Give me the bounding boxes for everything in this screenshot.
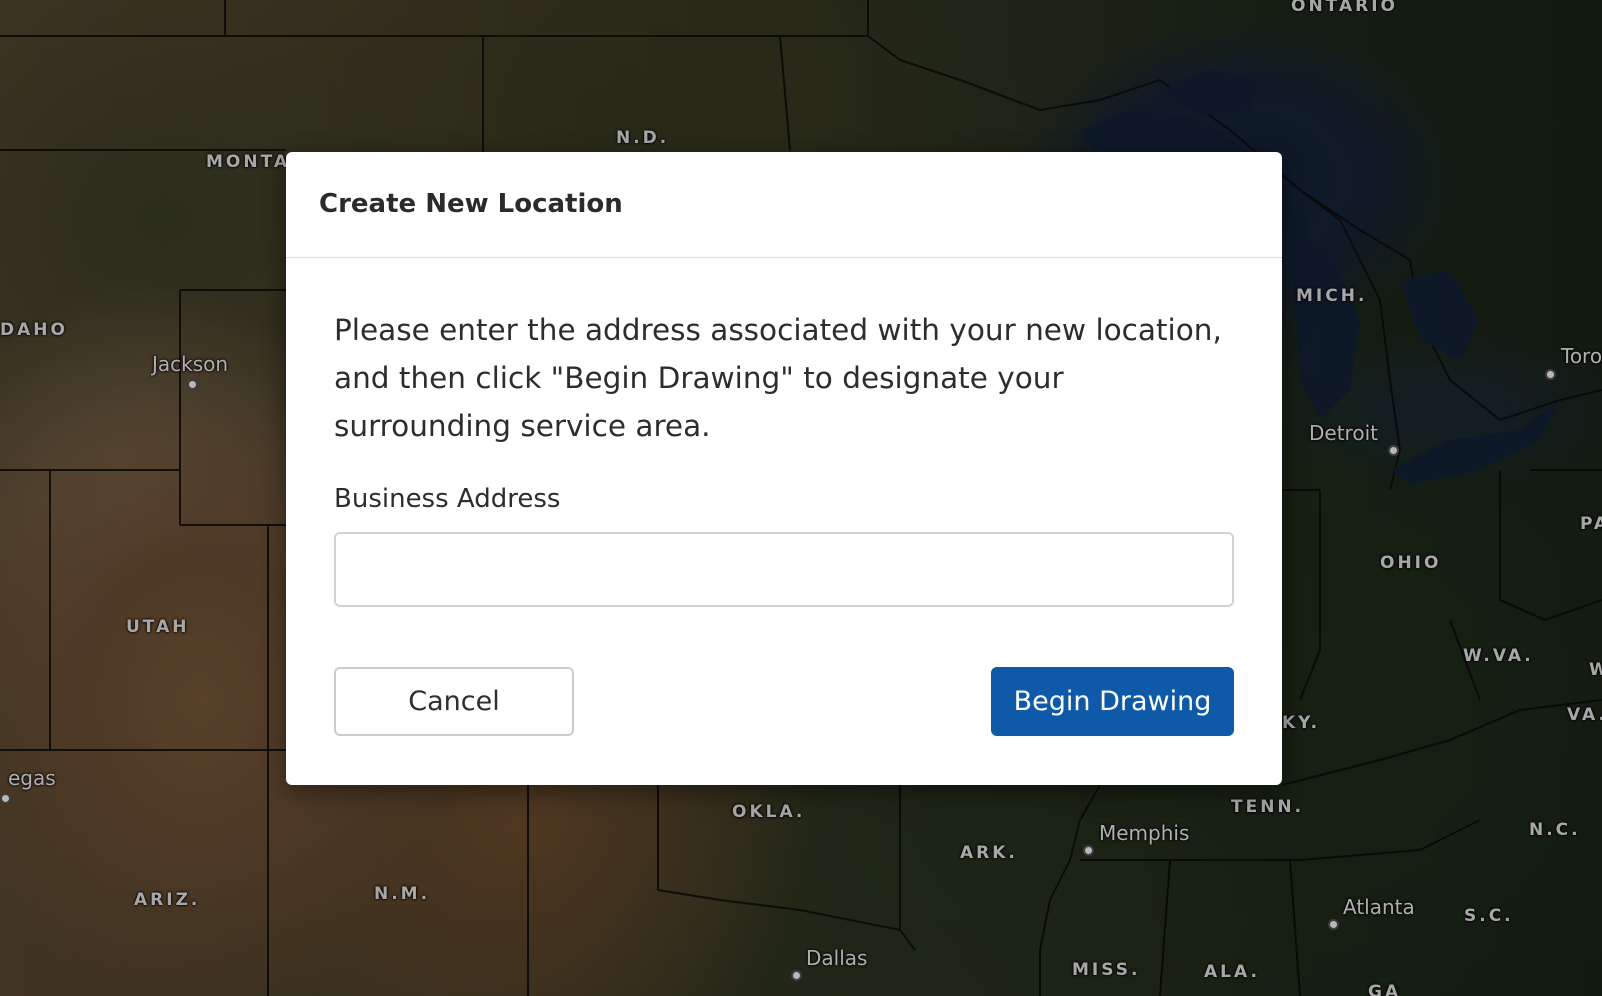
business-address-input[interactable] xyxy=(334,532,1234,607)
business-address-label: Business Address xyxy=(334,484,561,514)
dialog-actions: Cancel Begin Drawing xyxy=(334,667,1234,737)
dialog-header: Create New Location xyxy=(286,152,1282,258)
cancel-button[interactable]: Cancel xyxy=(334,667,574,736)
begin-drawing-button[interactable]: Begin Drawing xyxy=(991,667,1234,736)
dialog-body: Please enter the address associated with… xyxy=(286,258,1282,607)
dialog-description: Please enter the address associated with… xyxy=(334,313,1222,443)
create-location-dialog: Create New Location Please enter the add… xyxy=(286,152,1282,785)
dialog-title: Create New Location xyxy=(319,188,623,219)
